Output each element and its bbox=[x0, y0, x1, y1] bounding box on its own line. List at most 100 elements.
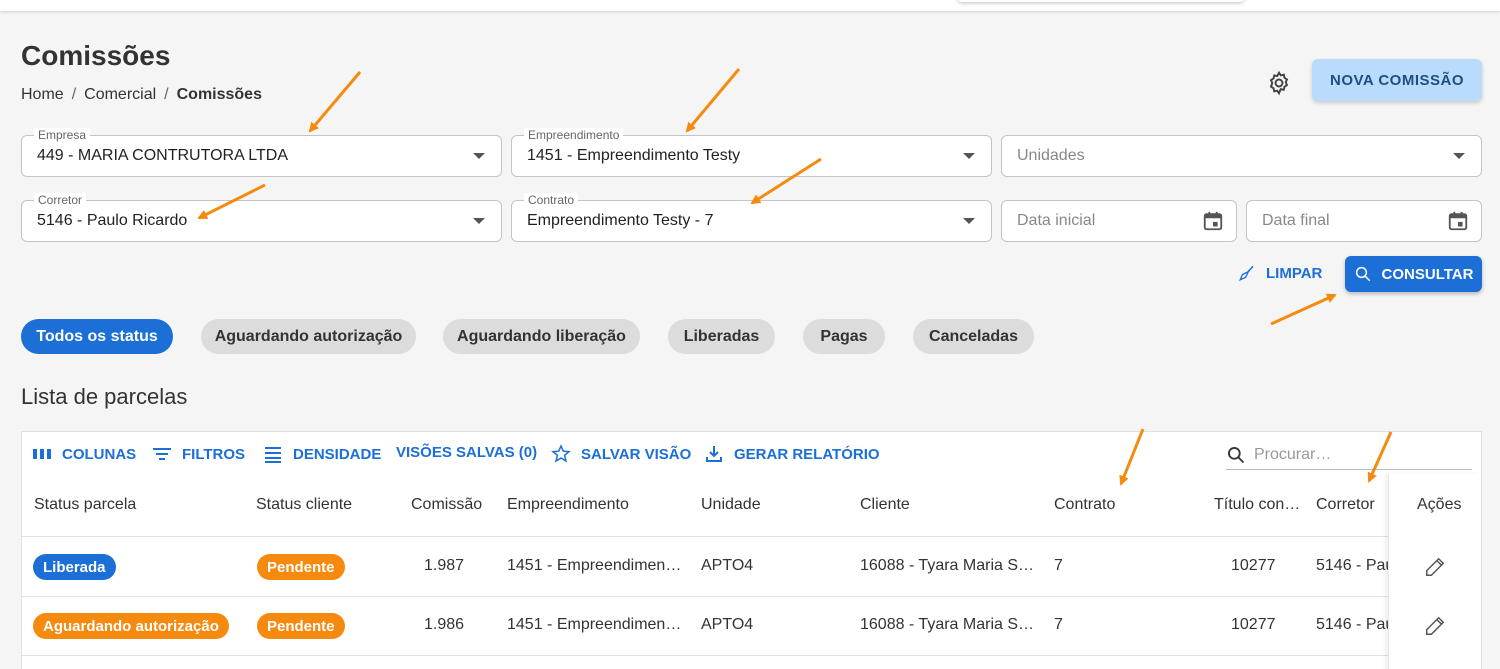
search-icon bbox=[1228, 446, 1245, 463]
empresa-select[interactable]: Empresa 449 - MARIA CONTRUTORA LTDA bbox=[21, 128, 502, 177]
grid-search-placeholder: Procurar… bbox=[1254, 445, 1332, 463]
annotation-arrow bbox=[308, 71, 362, 133]
save-view-button[interactable]: SALVAR VISÃO bbox=[551, 444, 691, 464]
parcelas-grid: COLUNAS FILTROS DENSIDADE VISÕES SALVAS … bbox=[21, 431, 1482, 669]
edit-pencil-icon[interactable] bbox=[1424, 615, 1446, 637]
calendar-icon[interactable] bbox=[1202, 210, 1224, 232]
corretor-label: Corretor bbox=[34, 193, 87, 207]
chip-aguardando-liberacao[interactable]: Aguardando liberação bbox=[443, 319, 640, 354]
status-cliente-badge: Pendente bbox=[257, 554, 345, 580]
column-header-cliente[interactable]: Cliente bbox=[860, 496, 910, 514]
chevron-down-icon[interactable] bbox=[473, 218, 485, 224]
search-icon bbox=[1355, 266, 1370, 282]
column-header-titulo[interactable]: Título con… bbox=[1214, 496, 1300, 514]
empresa-value: 449 - MARIA CONTRUTORA LTDA bbox=[37, 147, 289, 164]
top-app-bar bbox=[0, 0, 1500, 11]
breadcrumb-separator: / bbox=[71, 86, 77, 103]
chip-todos-status[interactable]: Todos os status bbox=[21, 319, 173, 354]
table-row[interactable]: Liberada Pendente 1.987 1451 - Empreendi… bbox=[22, 538, 1481, 597]
search-button[interactable]: CONSULTAR bbox=[1345, 256, 1482, 292]
empresa-label: Empresa bbox=[34, 128, 91, 142]
data-inicial-field[interactable]: Data inicial bbox=[1001, 200, 1237, 242]
contrato-value: Empreendimento Testy - 7 bbox=[527, 212, 714, 229]
comissao-cell: 1.987 bbox=[424, 557, 465, 574]
calendar-icon[interactable] bbox=[1447, 210, 1469, 232]
corretor-value: 5146 - Paulo Ricardo bbox=[37, 212, 188, 229]
titulo-cell: 10277 bbox=[1231, 616, 1276, 633]
top-search-pill[interactable] bbox=[958, 0, 1244, 2]
corretor-cell: 5146 - Pau bbox=[1316, 557, 1395, 574]
corretor-select[interactable]: Corretor 5146 - Paulo Ricardo bbox=[21, 193, 502, 242]
save-view-label: SALVAR VISÃO bbox=[581, 445, 692, 463]
breadcrumb-home[interactable]: Home bbox=[21, 86, 64, 104]
corretor-cell: 5146 - Pau bbox=[1316, 616, 1395, 633]
column-header-corretor[interactable]: Corretor bbox=[1316, 496, 1375, 514]
download-icon bbox=[706, 446, 722, 462]
column-header-contrato[interactable]: Contrato bbox=[1054, 496, 1115, 514]
page-title: Comissões bbox=[21, 40, 171, 71]
column-header-empreendimento[interactable]: Empreendimento bbox=[507, 496, 629, 514]
contrato-select[interactable]: Contrato Empreendimento Testy - 7 bbox=[511, 193, 992, 242]
search-label: CONSULTAR bbox=[1381, 265, 1474, 283]
clear-label: LIMPAR bbox=[1266, 264, 1323, 282]
saved-views-label: VISÕES SALVAS (0) bbox=[396, 444, 538, 461]
column-header-comissao[interactable]: Comissão bbox=[411, 496, 482, 514]
columns-button[interactable]: COLUNAS bbox=[32, 444, 136, 464]
empreendimento-cell: 1451 - Empreendimen… bbox=[507, 557, 682, 574]
new-commission-button[interactable]: NOVA COMISSÃO bbox=[1312, 59, 1482, 101]
grid-search-input[interactable]: Procurar… bbox=[1226, 440, 1472, 470]
status-parcela-badge: Liberada bbox=[33, 554, 116, 580]
column-header-unidade[interactable]: Unidade bbox=[701, 496, 761, 514]
contrato-label: Contrato bbox=[524, 193, 579, 207]
table-header-row: Status parcela Status cliente Comissão E… bbox=[22, 474, 1481, 537]
empreendimento-value: 1451 - Empreendimento Testy bbox=[527, 147, 741, 164]
filters-label: FILTROS bbox=[182, 445, 246, 463]
status-cliente-badge: Pendente bbox=[257, 613, 345, 639]
column-header-acoes: Ações bbox=[1417, 496, 1462, 513]
chip-canceladas[interactable]: Canceladas bbox=[913, 319, 1034, 354]
annotation-arrow bbox=[685, 68, 741, 133]
filters-button[interactable]: FILTROS bbox=[152, 444, 245, 464]
unidade-cell: APTO4 bbox=[701, 616, 754, 633]
data-final-placeholder: Data final bbox=[1262, 212, 1330, 229]
chevron-down-icon[interactable] bbox=[473, 153, 485, 159]
report-button[interactable]: GERAR RELATÓRIO bbox=[704, 444, 880, 464]
list-title: Lista de parcelas bbox=[21, 384, 188, 409]
chevron-down-icon[interactable] bbox=[1453, 153, 1465, 159]
data-final-field[interactable]: Data final bbox=[1246, 200, 1482, 242]
actions-column: Ações bbox=[1388, 474, 1481, 669]
broom-icon bbox=[1238, 265, 1254, 282]
empreendimento-select[interactable]: Empreendimento 1451 - Empreendimento Tes… bbox=[511, 128, 992, 177]
clear-button[interactable]: LIMPAR bbox=[1238, 262, 1322, 284]
saved-views-button[interactable]: VISÕES SALVAS (0) bbox=[396, 444, 537, 461]
chip-pagas[interactable]: Pagas bbox=[803, 319, 885, 354]
unidade-cell: APTO4 bbox=[701, 557, 754, 574]
star-icon bbox=[551, 444, 571, 463]
chevron-down-icon[interactable] bbox=[963, 218, 975, 224]
gear-icon[interactable] bbox=[1266, 70, 1292, 96]
breadcrumb-comercial[interactable]: Comercial bbox=[84, 86, 156, 104]
report-label: GERAR RELATÓRIO bbox=[734, 445, 880, 463]
column-header-status-cliente[interactable]: Status cliente bbox=[256, 496, 352, 514]
filter-icon bbox=[153, 448, 171, 460]
contrato-cell: 7 bbox=[1054, 557, 1063, 574]
density-button[interactable]: DENSIDADE bbox=[263, 444, 381, 464]
chevron-down-icon[interactable] bbox=[963, 153, 975, 159]
edit-pencil-icon[interactable] bbox=[1424, 556, 1446, 578]
density-icon bbox=[265, 447, 281, 463]
cliente-cell: 16088 - Tyara Maria S… bbox=[860, 616, 1035, 633]
breadcrumb-current: Comissões bbox=[176, 86, 262, 103]
cliente-cell: 16088 - Tyara Maria S… bbox=[860, 557, 1035, 574]
table-row[interactable]: Aguardando autorização Pendente 1.986 14… bbox=[22, 597, 1481, 656]
empreendimento-label: Empreendimento bbox=[524, 128, 624, 142]
comissao-cell: 1.986 bbox=[424, 616, 465, 633]
unidades-placeholder: Unidades bbox=[1017, 147, 1085, 164]
chip-aguardando-autorizacao[interactable]: Aguardando autorização bbox=[201, 319, 416, 354]
chip-liberadas[interactable]: Liberadas bbox=[668, 319, 775, 354]
empreendimento-cell: 1451 - Empreendimen… bbox=[507, 616, 682, 633]
status-parcela-badge: Aguardando autorização bbox=[33, 613, 229, 639]
unidades-select[interactable]: Unidades bbox=[1001, 135, 1482, 177]
column-header-status-parcela[interactable]: Status parcela bbox=[34, 496, 136, 514]
annotation-arrow bbox=[1270, 293, 1337, 326]
density-label: DENSIDADE bbox=[293, 445, 382, 463]
